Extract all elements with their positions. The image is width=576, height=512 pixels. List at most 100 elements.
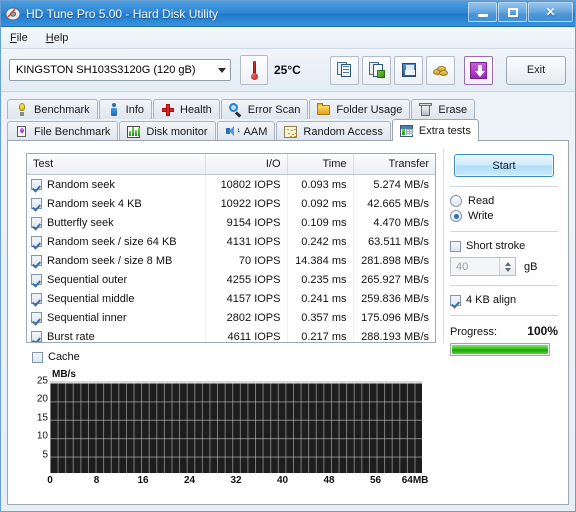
table-row[interactable]: Butterfly seek 9154 IOPS 0.109 ms 4.470 … (27, 213, 435, 232)
row-transfer: 5.274 MB/s (373, 178, 429, 191)
chart-y-tick: 5 (42, 449, 48, 461)
row-time: 0.092 ms (287, 194, 354, 213)
row-transfer: 4.470 MB/s (373, 216, 429, 229)
row-test-name[interactable]: Random seek / size 64 KB (27, 232, 206, 251)
column-header-io[interactable]: I/O (205, 154, 288, 175)
column-header-transfer[interactable]: Transfer (353, 154, 435, 175)
row-checkbox[interactable] (31, 254, 42, 266)
align-checkbox[interactable] (450, 294, 461, 306)
maximize-button[interactable] (498, 2, 527, 22)
table-row[interactable]: Random seek / size 8 MB 70 IOPS 14.384 m… (27, 251, 435, 270)
tab-disk-monitor[interactable]: Disk monitor (119, 121, 216, 141)
chart-y-tick: 10 (36, 430, 48, 442)
menu-help[interactable]: Help (37, 30, 78, 46)
table-row[interactable]: Burst rate 4611 IOPS 0.217 ms 288.193 MB… (27, 327, 435, 343)
temperature-indicator (240, 55, 268, 85)
short-stroke-stepper[interactable]: 40 (450, 257, 516, 276)
chart-y-unit-label: MB/s (52, 369, 76, 380)
row-test-name[interactable]: Random seek (27, 174, 206, 194)
table-row[interactable]: Random seek 4 KB 10922 IOPS 0.092 ms 42.… (27, 194, 435, 213)
row-label: Burst rate (47, 330, 95, 343)
tab-health-label: Health (180, 103, 212, 116)
row-checkbox[interactable] (31, 197, 42, 209)
tab-erase[interactable]: Erase (411, 99, 476, 119)
close-button[interactable]: ✕ (528, 2, 573, 22)
chart-x-tick: 48 (323, 475, 335, 486)
chart-y-axis: 5 10 15 20 25 (26, 376, 48, 473)
cache-checkbox[interactable] (32, 351, 43, 363)
short-stroke-checkbox[interactable] (450, 240, 461, 252)
stepper-buttons[interactable] (499, 258, 515, 275)
drive-select[interactable]: KINGSTON SH103S3120G (120 gB) (9, 59, 231, 81)
table-row[interactable]: Sequential outer 4255 IOPS 0.235 ms 265.… (27, 270, 435, 289)
chart-x-tick: 32 (230, 475, 242, 486)
tab-info[interactable]: Info (98, 99, 152, 119)
tab-health[interactable]: Health (153, 99, 220, 119)
menu-file[interactable]: File (1, 30, 37, 46)
tab-benchmark-label: Benchmark (34, 103, 90, 116)
row-time: 0.235 ms (287, 270, 354, 289)
column-header-test[interactable]: Test (27, 154, 206, 175)
row-label: Random seek / size 8 MB (47, 254, 173, 267)
row-io: 9154 IOPS (205, 213, 288, 232)
tab-extra-tests[interactable]: Extra tests (391, 119, 479, 141)
panel-divider (443, 149, 444, 344)
column-header-time[interactable]: Time (287, 154, 354, 175)
table-row[interactable]: Sequential inner 2802 IOPS 0.357 ms 175.… (27, 308, 435, 327)
row-test-name[interactable]: Burst rate (27, 327, 206, 343)
row-transfer: 265.927 MB/s (361, 273, 429, 286)
row-checkbox[interactable] (31, 273, 42, 285)
table-row[interactable]: Sequential middle 4157 IOPS 0.241 ms 259… (27, 289, 435, 308)
row-time: 0.217 ms (287, 327, 354, 342)
copy-image-button[interactable] (362, 55, 391, 85)
divider (450, 186, 558, 187)
mode-read-option[interactable]: Read (450, 195, 558, 207)
row-checkbox[interactable] (31, 311, 42, 323)
row-checkbox[interactable] (31, 235, 42, 247)
stepper-down-icon[interactable] (504, 267, 511, 272)
menu-file-label-rest: ile (16, 31, 28, 44)
tab-file-benchmark[interactable]: File Benchmark (7, 121, 119, 141)
copy-button[interactable] (330, 55, 359, 85)
table-row[interactable]: Random seek 10802 IOPS 0.093 ms 5.274 MB… (27, 174, 435, 194)
read-radio[interactable] (450, 195, 462, 207)
minimize-button[interactable] (468, 2, 497, 22)
test-controls-panel: Start Read Write Short stroke 40 gB 4 KB… (450, 151, 558, 356)
stepper-up-icon[interactable] (504, 261, 511, 266)
row-test-name[interactable]: Random seek 4 KB (27, 194, 206, 213)
tab-random-access[interactable]: Random Access (276, 121, 391, 141)
align-option[interactable]: 4 KB align (450, 294, 558, 306)
row-checkbox[interactable] (31, 330, 42, 342)
tab-folder-usage[interactable]: Folder Usage (309, 99, 411, 119)
exit-button[interactable]: Exit (506, 55, 566, 85)
short-stroke-value: 40 (456, 260, 469, 273)
donate-button[interactable] (426, 55, 455, 85)
cache-option[interactable]: Cache (32, 351, 80, 363)
row-checkbox[interactable] (31, 216, 42, 228)
save-button[interactable] (394, 55, 423, 85)
row-test-name[interactable]: Sequential middle (27, 289, 206, 308)
tab-error-scan[interactable]: Error Scan (220, 99, 309, 119)
short-stroke-option[interactable]: Short stroke (450, 240, 558, 252)
tab-extra-tests-label: Extra tests (418, 124, 471, 137)
divider (450, 285, 558, 286)
row-test-name[interactable]: Random seek / size 8 MB (27, 251, 206, 270)
row-test-name[interactable]: Sequential outer (27, 270, 206, 289)
table-row[interactable]: Random seek / size 64 KB 4131 IOPS 0.242… (27, 232, 435, 251)
row-time: 0.109 ms (287, 213, 354, 232)
chart-y-tick: 20 (36, 393, 48, 405)
progress-value: 100% (527, 324, 558, 338)
row-checkbox[interactable] (31, 292, 42, 304)
tab-aam[interactable]: AAM (216, 121, 276, 141)
row-test-name[interactable]: Sequential inner (27, 308, 206, 327)
app-icon (5, 6, 21, 22)
row-io: 10922 IOPS (205, 194, 288, 213)
align-label: 4 KB align (466, 294, 517, 306)
row-test-name[interactable]: Butterfly seek (27, 213, 206, 232)
download-button[interactable] (464, 55, 493, 85)
tab-benchmark[interactable]: Benchmark (7, 99, 98, 119)
row-checkbox[interactable] (31, 178, 42, 190)
start-button[interactable]: Start (454, 154, 554, 177)
write-radio[interactable] (450, 210, 462, 222)
mode-write-option[interactable]: Write (450, 210, 558, 222)
